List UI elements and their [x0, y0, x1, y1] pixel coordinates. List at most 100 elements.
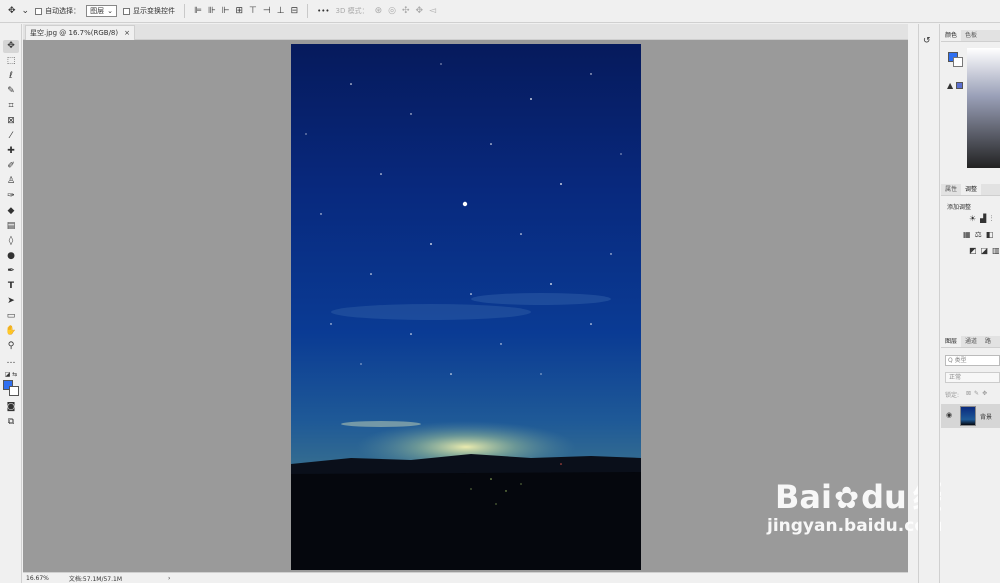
lock-paint-icon[interactable]: ✎	[974, 390, 979, 397]
eraser-tool-icon[interactable]: ◆	[3, 205, 19, 218]
camera-3d-icon[interactable]: ◅	[429, 6, 436, 16]
checkbox-box[interactable]	[35, 7, 43, 15]
drag-3d-icon[interactable]: ✣	[402, 6, 410, 16]
align-left-icon[interactable]: ⊫	[194, 6, 202, 16]
quick-mask-icon[interactable]: ◙	[3, 401, 19, 414]
eye-icon[interactable]: ◉	[946, 411, 952, 419]
watermark-brand-b: du	[861, 478, 907, 516]
divider	[307, 4, 309, 18]
starry-sky-photo[interactable]	[291, 44, 641, 570]
zoom-level[interactable]: 16.67%	[26, 575, 49, 582]
frame-tool-icon[interactable]: ⊠	[3, 115, 19, 128]
slide-3d-icon[interactable]: ✥	[416, 6, 424, 16]
status-menu-arrow[interactable]: ›	[168, 575, 170, 582]
checkbox-box[interactable]	[122, 7, 130, 15]
adjustment-icons-row-1: ☀ ▟ ⫶	[969, 214, 992, 224]
hand-tool-icon[interactable]: ✋	[3, 325, 19, 338]
align-bottom-icon[interactable]: ⊥	[277, 6, 285, 16]
auto-select-dropdown[interactable]: 图层 ⌄	[86, 5, 117, 17]
path-select-tool-icon[interactable]: ➤	[3, 295, 19, 308]
align-right-icon[interactable]: ⊩	[222, 6, 230, 16]
eyedropper-tool-icon[interactable]: ⁄	[3, 130, 19, 143]
more-tools-icon[interactable]: …	[3, 355, 19, 368]
orbit-3d-icon[interactable]: ⊛	[375, 6, 383, 16]
type-tool-icon[interactable]: T	[3, 280, 19, 293]
options-bar: ✥ ⌄ 自动选择： 图层 ⌄ 显示变换控件 ⊫ ⊪ ⊩ ⊞ ⊤ ⊣ ⊥ ⊟ •••…	[0, 0, 1000, 23]
more-options-button[interactable]: •••	[317, 7, 329, 15]
stars	[305, 63, 622, 375]
roll-3d-icon[interactable]: ◎	[388, 6, 396, 16]
cloud	[341, 421, 421, 427]
align-middle-icon[interactable]: ⊣	[263, 6, 271, 16]
blur-tool-icon[interactable]: ◊	[3, 235, 19, 248]
dodge-tool-icon[interactable]: ●	[3, 250, 19, 263]
distribute-vertical-icon[interactable]: ⊟	[291, 6, 299, 16]
watermark-brand-a: Bai	[775, 478, 832, 516]
adjustment-icons-row-3: ◩ ◪ ▥	[969, 246, 1000, 255]
tab-properties[interactable]: 属性	[941, 184, 961, 195]
tab-adjustments[interactable]: 调整	[961, 184, 982, 195]
adjustments-panel-tabs: 属性 调整	[941, 184, 1000, 196]
tab-paths[interactable]: 路	[981, 336, 995, 347]
invert-icon[interactable]: ◩	[969, 246, 977, 255]
pen-tool-icon[interactable]: ✒	[3, 265, 19, 278]
vibrance-icon[interactable]: ▦	[963, 230, 971, 239]
close-icon[interactable]: ×	[124, 29, 130, 37]
add-adjustment-label: 添加调整	[947, 204, 972, 211]
balance-icon[interactable]: ⚖	[975, 230, 982, 239]
rectangle-tool-icon[interactable]: ▭	[3, 310, 19, 323]
tab-channels[interactable]: 通道	[961, 336, 981, 347]
zoom-tool-icon[interactable]: ⚲	[3, 340, 19, 353]
align-top-icon[interactable]: ⊤	[249, 6, 257, 16]
brightness-icon[interactable]: ☀	[969, 214, 976, 224]
right-panels: 颜色 色板 ▲ 属性 调整 添加调整 ☀ ▟ ⫶ ▦ ⚖ ◧ ◩ ◪ ▥ 图层 通道 路 Q…	[941, 24, 1000, 583]
tab-layers[interactable]: 图层	[941, 336, 962, 347]
crop-tool-icon[interactable]: ⌗	[3, 100, 19, 113]
move-tool-icon[interactable]: ✥	[3, 40, 19, 53]
move-tool-icon[interactable]: ✥	[8, 6, 16, 16]
show-transform-checkbox[interactable]: 显示变换控件	[122, 6, 175, 16]
screen-mode-icon[interactable]: ⧉	[3, 416, 19, 429]
lock-label: 锁定:	[945, 392, 960, 399]
chevron-down-icon[interactable]: ⌄	[22, 6, 30, 16]
history-panel-icon[interactable]: ↺	[923, 36, 931, 46]
threshold-icon[interactable]: ◪	[981, 246, 989, 255]
background-color-swatch[interactable]	[9, 386, 19, 396]
lock-transparency-icon[interactable]: ⊠	[966, 390, 971, 397]
document-tab[interactable]: 星空.jpg @ 16.7%(RGB/8) ×	[25, 25, 135, 40]
layer-kind-filter[interactable]: Q 类型	[945, 355, 1000, 366]
quick-select-tool-icon[interactable]: ✎	[3, 85, 19, 98]
layer-name: 背景	[980, 414, 993, 421]
show-transform-label: 显示变换控件	[132, 7, 175, 15]
tab-color[interactable]: 颜色	[941, 30, 962, 41]
distribute-icon[interactable]: ⊞	[236, 6, 244, 16]
blend-mode-dropdown[interactable]: 正常	[945, 372, 1000, 383]
auto-select-value: 图层	[90, 7, 105, 15]
bw-icon[interactable]: ◧	[986, 230, 994, 239]
chevron-down-icon: ⌄	[107, 7, 113, 15]
marquee-tool-icon[interactable]: ⬚	[3, 55, 19, 68]
healing-brush-tool-icon[interactable]: ✚	[3, 145, 19, 158]
history-brush-tool-icon[interactable]: ✑	[3, 190, 19, 203]
auto-select-checkbox[interactable]: 自动选择：	[35, 6, 80, 16]
color-picker-field[interactable]	[967, 48, 1000, 168]
curves-icon[interactable]: ⫶	[990, 214, 992, 224]
levels-icon[interactable]: ▟	[980, 214, 986, 224]
layer-row[interactable]: ◉ 背景	[941, 404, 1000, 428]
mode-3d-label: 3D 模式：	[335, 7, 369, 15]
tab-swatches[interactable]: 色板	[961, 30, 981, 41]
layers-panel-tabs: 图层 通道 路	[941, 336, 1000, 348]
map-icon[interactable]: ▥	[992, 246, 1000, 255]
color-panel-tabs: 颜色 色板	[941, 30, 1000, 42]
auto-select-label: 自动选择：	[45, 7, 81, 15]
clone-stamp-tool-icon[interactable]: ♙	[3, 175, 19, 188]
gradient-tool-icon[interactable]: ▤	[3, 220, 19, 233]
gamut-swatch[interactable]	[956, 82, 963, 89]
cloud	[331, 304, 531, 320]
panel-background-swatch[interactable]	[953, 57, 963, 67]
status-bar: 16.67% 文档:57.1M/57.1M ›	[23, 572, 908, 583]
brush-tool-icon[interactable]: ✐	[3, 160, 19, 173]
lasso-tool-icon[interactable]: ℓ	[3, 70, 19, 83]
lock-position-icon[interactable]: ✥	[982, 390, 987, 397]
align-center-icon[interactable]: ⊪	[208, 6, 216, 16]
